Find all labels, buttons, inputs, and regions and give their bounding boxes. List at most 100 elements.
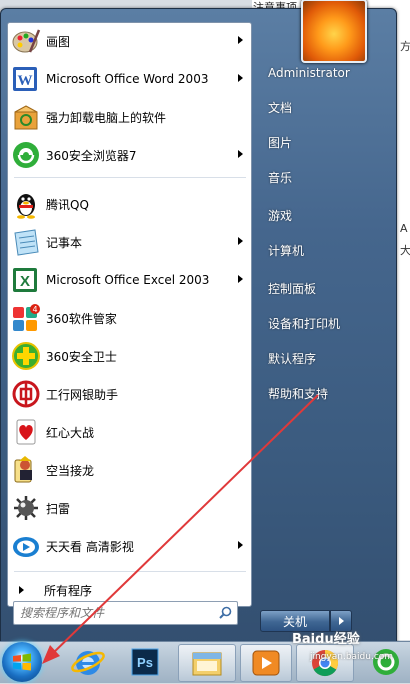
link-label: 文档 — [268, 100, 293, 115]
program-label: 360软件管家 — [46, 311, 117, 326]
program-minesweeper[interactable]: 扫雷 — [10, 490, 249, 526]
taskbar-360-browser[interactable] — [364, 644, 408, 680]
program-label: 空当接龙 — [46, 463, 95, 478]
svg-text:X: X — [20, 273, 30, 290]
start-button[interactable] — [2, 642, 42, 682]
program-label: 天天看 高清影视 — [46, 539, 134, 554]
freecell-icon — [14, 456, 32, 483]
photoshop-icon: Ps — [131, 648, 159, 676]
program-360-safeguard[interactable]: 360安全卫士 — [10, 338, 249, 374]
submenu-arrow-icon[interactable] — [238, 275, 243, 283]
link-pictures[interactable]: 图片 — [259, 130, 387, 154]
background-doc-right-margin: 方 A 大 — [396, 0, 410, 640]
program-label: 360安全浏览器7 — [46, 148, 137, 163]
program-label: Microsoft Office Word 2003 — [46, 72, 209, 86]
minesweeper-icon — [14, 496, 38, 520]
link-devices-printers[interactable]: 设备和打印机 — [259, 311, 387, 335]
icbc-icon — [12, 380, 40, 408]
taskbar-media-player[interactable] — [240, 644, 292, 682]
submenu-arrow-icon[interactable] — [238, 237, 243, 245]
baidu-watermark-url: jingyan.baidu.com — [310, 652, 394, 662]
program-video-player[interactable]: 天天看 高清影视 — [10, 528, 249, 564]
doc-glyph: 大 — [400, 244, 410, 257]
doc-glyph: A — [400, 222, 408, 235]
baidu-watermark: Baidu经验 — [292, 632, 360, 647]
internet-explorer-icon — [71, 651, 105, 675]
paint-icon — [12, 29, 41, 53]
hearts-icon — [16, 419, 36, 445]
360-safeguard-icon — [12, 342, 40, 370]
link-label: 默认程序 — [268, 351, 317, 366]
program-label: 工行网银助手 — [46, 387, 119, 402]
program-360-browser[interactable]: 360安全浏览器7 — [10, 137, 249, 173]
link-music[interactable]: 音乐 — [259, 165, 387, 189]
program-360-software-manager[interactable]: 4 360软件管家 — [10, 300, 249, 336]
programs-pane: 画图 W Microsoft Office Word 2003 强力卸载电脑上的… — [7, 22, 252, 607]
taskbar-chrome[interactable] — [296, 644, 354, 682]
link-label: 图片 — [268, 135, 293, 150]
link-control-panel[interactable]: 控制面板 — [259, 276, 387, 300]
media-player-icon — [252, 650, 280, 676]
link-documents[interactable]: 文档 — [259, 95, 387, 119]
submenu-arrow-icon[interactable] — [238, 36, 243, 44]
program-hearts[interactable]: 红心大战 — [10, 414, 249, 450]
pinned-separator — [14, 177, 246, 178]
chevron-right-icon — [339, 617, 344, 625]
chrome-icon — [312, 649, 338, 677]
start-menu: 画图 W Microsoft Office Word 2003 强力卸载电脑上的… — [0, 0, 397, 650]
program-label: 360安全卫士 — [46, 349, 117, 364]
program-label: 扫雷 — [46, 501, 71, 516]
program-qq[interactable]: 腾讯QQ — [10, 186, 249, 222]
svg-text:W: W — [18, 73, 33, 89]
link-label: 计算机 — [268, 243, 305, 258]
program-label: 记事本 — [46, 235, 83, 250]
link-label: 设备和打印机 — [268, 316, 341, 331]
taskbar-ie[interactable] — [66, 644, 110, 680]
program-label: 画图 — [46, 34, 71, 49]
notepad-icon — [14, 229, 39, 256]
link-help-support[interactable]: 帮助和支持 — [259, 381, 387, 405]
link-computer[interactable]: 计算机 — [259, 238, 387, 262]
program-excel[interactable]: X Microsoft Office Excel 2003 — [10, 262, 249, 298]
submenu-arrow-icon[interactable] — [238, 541, 243, 549]
uninstall-box-icon — [14, 105, 38, 130]
submenu-arrow-icon[interactable] — [238, 74, 243, 82]
all-programs-label: 所有程序 — [44, 583, 93, 598]
taskbar-file-explorer[interactable] — [178, 644, 236, 682]
link-games[interactable]: 游戏 — [259, 203, 387, 227]
link-label: 控制面板 — [268, 281, 317, 296]
submenu-arrow-icon[interactable] — [238, 150, 243, 158]
search-input[interactable] — [18, 604, 212, 622]
program-freecell[interactable]: 空当接龙 — [10, 452, 249, 488]
program-paint[interactable]: 画图 — [10, 23, 249, 59]
expand-arrow-icon — [19, 586, 24, 594]
word-icon: W — [13, 67, 37, 91]
link-label: 音乐 — [268, 170, 293, 185]
excel-icon: X — [13, 268, 37, 292]
user-avatar-flower-icon[interactable] — [301, 0, 367, 63]
svg-text:4: 4 — [32, 305, 37, 314]
program-icbc[interactable]: 工行网银助手 — [10, 376, 249, 412]
360-browser-icon — [13, 142, 39, 168]
program-label: 红心大战 — [46, 425, 95, 440]
all-programs-separator — [14, 571, 246, 572]
search-icon[interactable] — [219, 606, 232, 619]
program-label: Microsoft Office Excel 2003 — [46, 273, 210, 287]
program-word[interactable]: W Microsoft Office Word 2003 — [10, 61, 249, 97]
all-programs-button[interactable]: 所有程序 — [10, 578, 249, 602]
link-default-programs[interactable]: 默认程序 — [259, 346, 387, 370]
program-notepad[interactable]: 记事本 — [10, 224, 249, 260]
file-explorer-icon — [192, 652, 222, 676]
windows-logo-icon — [13, 653, 31, 671]
qq-penguin-icon — [17, 194, 35, 219]
video-player-icon — [13, 537, 39, 557]
360-software-manager-icon: 4 — [13, 304, 40, 331]
photoshop-text: Ps — [137, 655, 153, 670]
link-label: 游戏 — [268, 208, 293, 223]
doc-glyph: 方 — [400, 40, 410, 53]
taskbar-photoshop[interactable]: Ps — [122, 644, 166, 680]
link-administrator[interactable]: Administrator — [259, 61, 387, 85]
search-box[interactable] — [13, 601, 238, 625]
program-label: 腾讯QQ — [46, 197, 89, 212]
program-uninstaller[interactable]: 强力卸载电脑上的软件 — [10, 99, 249, 135]
